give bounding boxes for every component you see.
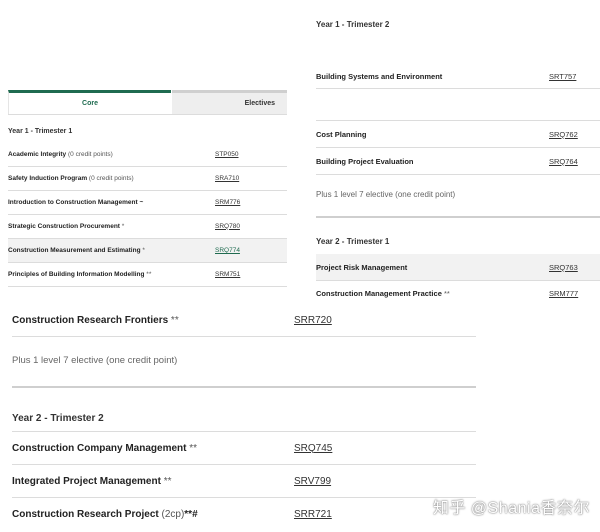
row-divider xyxy=(12,497,476,498)
table-row[interactable]: Construction Company Management ** SRQ74… xyxy=(12,433,476,463)
course-name: Construction Management Practice ** xyxy=(316,288,450,298)
course-name: Principles of Building Information Model… xyxy=(8,270,152,278)
section-divider xyxy=(12,386,476,388)
course-name: Strategic Construction Procurement * xyxy=(8,222,125,230)
table-row[interactable]: Construction Management Practice ** SRM7… xyxy=(316,281,600,305)
table-row[interactable]: Construction Research Frontiers ** SRR72… xyxy=(12,305,476,335)
section-divider xyxy=(316,216,600,218)
heading-y1-t2: Year 1 - Trimester 2 xyxy=(316,20,390,29)
heading-y1-t1: Year 1 - Trimester 1 xyxy=(8,128,73,135)
course-code-link[interactable]: SRR720 xyxy=(294,315,332,326)
watermark: 知乎 @Shania香奈尔 xyxy=(432,500,590,517)
elective-note: Plus 1 level 7 elective (one credit poin… xyxy=(316,190,456,199)
elective-note: Plus 1 level 7 elective (one credit poin… xyxy=(12,355,178,366)
course-code-link[interactable]: SRA710 xyxy=(215,175,239,182)
course-name: Construction Measurement and Estimating … xyxy=(8,247,145,254)
heading-y2-t1: Year 2 - Trimester 1 xyxy=(316,237,390,246)
row-divider xyxy=(8,286,287,287)
row-divider xyxy=(12,431,476,432)
table-row[interactable]: Academic Integrity (0 credit points) STP… xyxy=(8,143,287,165)
tab-core[interactable]: Core xyxy=(8,90,171,114)
course-name: Building Systems and Environment xyxy=(316,71,443,81)
table-row[interactable]: Cost Planning SRQ762 xyxy=(316,122,600,146)
course-code-link[interactable]: SRQ762 xyxy=(549,130,578,139)
tab-electives[interactable]: Electives xyxy=(172,90,287,114)
course-code-link[interactable]: SRM751 xyxy=(215,271,240,278)
course-code-link[interactable]: SRQ774 xyxy=(215,247,240,254)
table-row[interactable]: Safety Induction Program (0 credit point… xyxy=(8,167,287,189)
course-name: Cost Planning xyxy=(316,129,367,139)
course-name: Construction Research Project (2cp)**# xyxy=(12,508,198,520)
table-row[interactable]: Construction Measurement and Estimating … xyxy=(8,239,287,262)
table-row[interactable]: Project Risk Management SRQ763 xyxy=(316,254,600,280)
course-name: Introduction to Construction Management … xyxy=(8,198,144,206)
course-code-link[interactable]: SRV799 xyxy=(294,476,331,487)
course-code-link[interactable]: STP050 xyxy=(215,151,239,158)
row-divider xyxy=(12,336,476,337)
table-row[interactable]: Integrated Project Management ** SRV799 xyxy=(12,466,476,496)
course-name: Building Project Evaluation xyxy=(316,156,414,166)
course-name: Integrated Project Management ** xyxy=(12,475,172,487)
course-code-link[interactable]: SRQ780 xyxy=(215,223,240,230)
heading-y2-t2: Year 2 - Trimester 2 xyxy=(12,413,104,424)
course-name: Construction Company Management ** xyxy=(12,442,198,454)
table-row[interactable]: Building Systems and Environment SRT757 xyxy=(316,64,600,88)
row-divider xyxy=(316,120,600,121)
course-code-link[interactable]: SRR721 xyxy=(294,509,332,520)
row-divider xyxy=(316,147,600,148)
course-name: Construction Research Frontiers ** xyxy=(12,314,179,326)
course-code-link[interactable]: SRM776 xyxy=(215,199,240,206)
course-code-link[interactable]: SRQ763 xyxy=(549,263,578,272)
tab-divider xyxy=(8,114,287,115)
course-name: Academic Integrity (0 credit points) xyxy=(8,150,113,158)
table-row[interactable]: Strategic Construction Procurement * SRQ… xyxy=(8,215,287,237)
table-row[interactable]: Principles of Building Information Model… xyxy=(8,263,287,285)
table-row[interactable]: Construction Research Project (2cp)**# S… xyxy=(12,499,476,529)
table-row[interactable]: Introduction to Construction Management … xyxy=(8,191,287,213)
row-divider xyxy=(316,174,600,175)
course-code-link[interactable]: SRT757 xyxy=(549,72,576,81)
course-code-link[interactable]: SRM777 xyxy=(549,289,578,298)
row-divider xyxy=(12,464,476,465)
row-divider xyxy=(316,88,600,89)
course-name: Project Risk Management xyxy=(316,262,408,272)
course-code-link[interactable]: SRQ764 xyxy=(549,157,578,166)
course-code-link[interactable]: SRQ745 xyxy=(294,443,332,454)
course-name: Safety Induction Program (0 credit point… xyxy=(8,174,134,182)
table-row[interactable]: Building Project Evaluation SRQ764 xyxy=(316,149,600,173)
